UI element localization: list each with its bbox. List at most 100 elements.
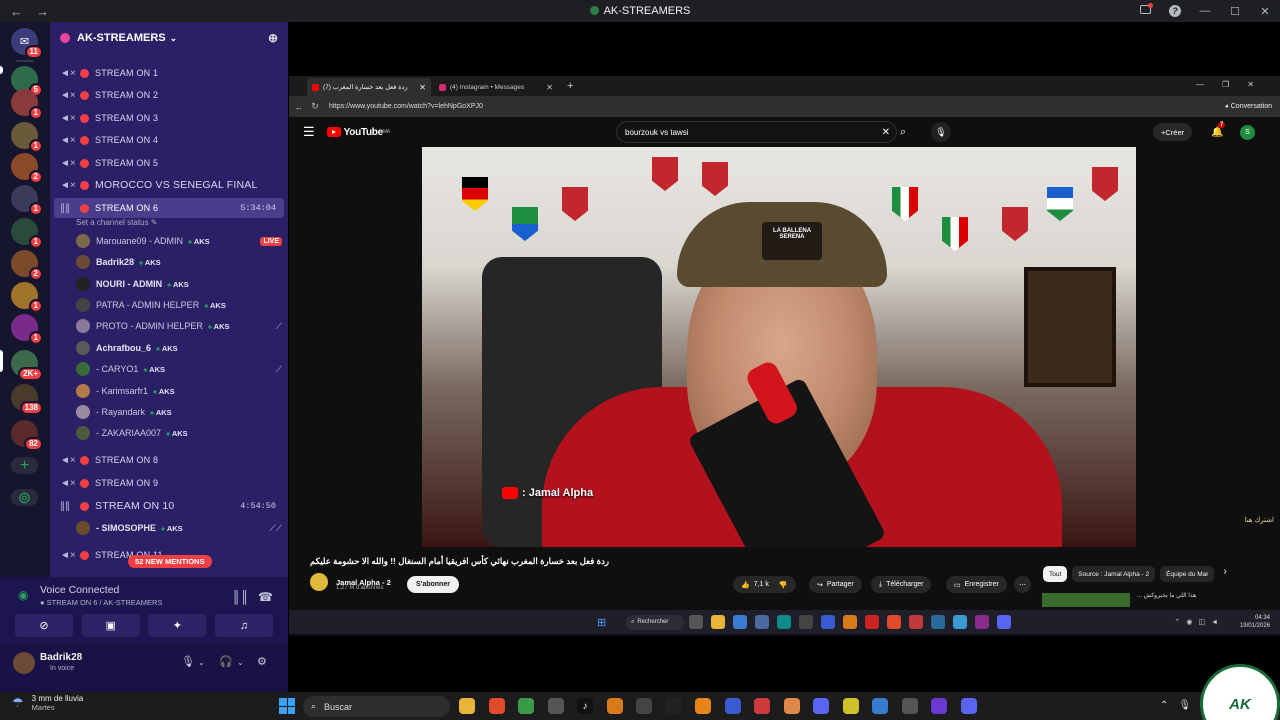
close-icon[interactable]: ✕ — [546, 83, 553, 92]
app-icon[interactable] — [872, 698, 888, 714]
disconnect-icon[interactable]: ☎ — [258, 590, 273, 604]
voice-member[interactable]: PROTO - ADMIN HELPERAKS⟋ — [76, 316, 282, 336]
edge-icon[interactable] — [777, 615, 791, 629]
app-icon[interactable] — [953, 615, 967, 629]
avatar[interactable] — [13, 652, 35, 674]
server-folder-icon[interactable]: 2K+ — [11, 350, 43, 381]
recommended-thumbnail[interactable] — [1042, 593, 1130, 607]
voice-member[interactable]: - SIMOSOPHEAKS⟋⟋ — [76, 518, 282, 538]
voice-channel[interactable]: ◄× STREAM ON 5 — [50, 153, 288, 173]
add-user-icon[interactable]: ⊕ — [268, 31, 278, 45]
close-button[interactable]: ✕ — [1250, 5, 1280, 18]
voice-member[interactable]: Badrik28AKS — [76, 252, 282, 272]
tiktok-icon[interactable]: ♪ — [577, 698, 593, 714]
app-icon[interactable] — [843, 615, 857, 629]
voice-member[interactable]: - RayandarkAKS — [76, 402, 282, 422]
voice-channel[interactable]: ◄× STREAM ON 3 — [50, 108, 288, 128]
voice-channel[interactable]: ◄× STREAM ON 2 — [50, 85, 288, 105]
discord-icon[interactable] — [813, 698, 829, 714]
avatar[interactable]: S — [1240, 124, 1255, 140]
app-icon[interactable] — [931, 615, 945, 629]
back-arrow-icon[interactable]: ← — [10, 4, 26, 19]
camera-off-button[interactable]: ⊘ — [15, 614, 73, 637]
voice-member[interactable]: Achrafbou_6AKS — [76, 338, 282, 358]
refresh-icon[interactable]: ↻ — [309, 101, 321, 112]
screen-share-button[interactable]: ▣ — [81, 614, 140, 637]
channel-status[interactable]: Set a channel status ✎ — [76, 218, 157, 227]
brave-icon[interactable] — [887, 615, 901, 629]
save-button[interactable]: ▭ Enregistrer — [946, 576, 1007, 593]
app-icon[interactable] — [821, 615, 835, 629]
new-mentions-pill[interactable]: 52 NEW MENTIONS — [128, 555, 212, 568]
server-icon[interactable]: 2 — [11, 250, 43, 281]
app-icon[interactable] — [783, 698, 800, 714]
app-icon[interactable] — [901, 698, 918, 714]
chevron-right-icon[interactable]: › — [1223, 566, 1226, 582]
app-icon[interactable] — [606, 698, 623, 714]
minimize-button[interactable]: — — [1190, 5, 1220, 17]
app-icon[interactable] — [733, 615, 747, 629]
voice-channel-name[interactable]: ● STREAM ON 6 / AK-STREAMERS — [40, 598, 162, 607]
chip[interactable]: Équipe du Mar — [1160, 566, 1215, 582]
weather-widget[interactable]: ☂ 3 mm de lluvia Martes — [12, 694, 83, 712]
app-icon[interactable] — [931, 698, 947, 714]
window-controls[interactable]: —❐✕ — [1196, 80, 1272, 89]
menu-icon[interactable]: ☰ — [303, 124, 315, 140]
voice-member[interactable]: PATRA - ADMIN HELPERAKS — [76, 295, 282, 315]
noise-suppression-icon[interactable]: ║║ — [232, 590, 249, 604]
voice-channel[interactable]: ◄× STREAM ON 1 — [50, 63, 288, 83]
voice-channel-active[interactable]: ∥∥ STREAM ON 6 5:34:04 — [54, 198, 284, 218]
discord-icon[interactable] — [960, 698, 977, 714]
channel-info[interactable]: Jamal Alpha - 2 1,27 M d'abonnés — [310, 573, 391, 591]
app-icon[interactable] — [755, 615, 769, 629]
server-icon[interactable]: 82 — [11, 420, 43, 451]
close-icon[interactable]: ✕ — [419, 83, 426, 92]
terminal-icon[interactable] — [665, 698, 682, 714]
activities-button[interactable]: ✦ — [148, 614, 207, 637]
voice-channel[interactable]: ∥∥ STREAM ON 10 4:54:50 — [50, 496, 288, 516]
app-icon[interactable] — [724, 698, 741, 714]
server-icon[interactable]: 1 — [11, 122, 43, 153]
folder-icon[interactable] — [711, 615, 725, 629]
server-icon[interactable]: 1 — [11, 314, 43, 345]
back-icon[interactable]: ← — [293, 102, 305, 112]
voice-member[interactable]: - ZAKARIAA007AKS — [76, 423, 282, 443]
voice-member[interactable]: Marouane09 - ADMINAKSLIVE — [76, 231, 282, 251]
windows-start-icon[interactable] — [279, 698, 295, 714]
create-button[interactable]: + Créer — [1153, 123, 1193, 141]
add-server-icon[interactable]: + — [11, 457, 38, 474]
download-button[interactable]: ⤓ Télécharger — [871, 576, 932, 593]
like-button[interactable]: 👍 7,1 k 👎 — [733, 576, 796, 593]
subscribe-overlay[interactable]: اشترك هنا — [1234, 516, 1274, 524]
microphone-icon[interactable]: 🎙 — [181, 655, 195, 668]
obs-icon[interactable] — [547, 698, 564, 714]
notifications-icon[interactable]: 🔔 7 — [1211, 121, 1226, 138]
search-icon[interactable]: ⌕ — [900, 126, 906, 139]
channel-avatar[interactable] — [310, 573, 328, 591]
chevron-down-icon[interactable]: ⌄ — [237, 658, 244, 667]
app-icon[interactable] — [842, 698, 859, 714]
discord-icon[interactable] — [997, 615, 1011, 629]
url-field[interactable]: https://www.youtube.com/watch?v=lehNpGoX… — [329, 103, 483, 110]
conversation-button[interactable]: ◕ Conversation — [1225, 103, 1272, 110]
server-icon[interactable]: 1 — [11, 185, 43, 216]
video-player[interactable]: LA BALLENA SERENA : Jamal Alpha — [422, 147, 1136, 547]
new-tab-icon[interactable]: + — [567, 80, 573, 92]
inbox-icon[interactable] — [1130, 3, 1160, 17]
dislike-icon[interactable]: 👎 — [779, 581, 788, 589]
discover-icon[interactable]: ⊚ — [11, 489, 38, 507]
voice-member[interactable]: NOURI - ADMINAKS — [76, 274, 282, 294]
direct-messages-icon[interactable]: ✉ 11 — [11, 28, 43, 59]
tab-instagram[interactable]: (4) Instagram • Messages ✕ — [434, 78, 558, 96]
clock[interactable]: 04:34 19/01/2026 — [1240, 614, 1270, 630]
more-icon[interactable]: ⋯ — [1014, 576, 1031, 593]
microphone-icon[interactable]: 🎙 — [931, 122, 951, 142]
app-icon[interactable] — [865, 615, 879, 629]
help-icon[interactable]: ? — [1160, 5, 1190, 17]
app-icon[interactable] — [975, 615, 989, 629]
gear-icon[interactable]: ⚙ — [257, 655, 267, 668]
search-box[interactable]: ⌕ Rechercher — [626, 614, 684, 630]
windows-start-icon[interactable]: ⊞ — [597, 616, 606, 629]
search-box[interactable]: ⌕ Buscar — [303, 696, 450, 717]
search-input[interactable]: bourzouk vs tawsi ✕ — [616, 121, 897, 143]
